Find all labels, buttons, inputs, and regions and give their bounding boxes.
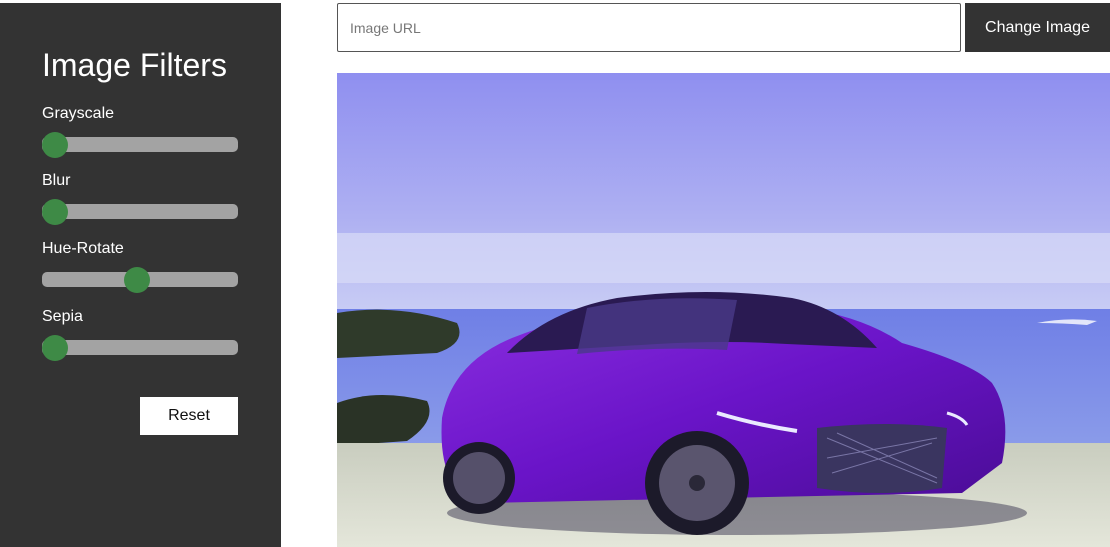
sepia-slider[interactable] (42, 335, 238, 361)
filter-label-blur: Blur (42, 172, 71, 189)
reset-button[interactable]: Reset (140, 397, 238, 435)
filter-label-sepia: Sepia (42, 308, 83, 325)
filtered-image (337, 73, 1110, 547)
filter-sepia: Sepia (42, 308, 238, 361)
sepia-slider-thumb[interactable] (42, 335, 68, 361)
grayscale-slider-thumb[interactable] (42, 132, 68, 158)
grayscale-slider[interactable] (42, 132, 238, 158)
filter-hue-rotate: Hue-Rotate (42, 240, 238, 293)
image-url-input[interactable] (337, 3, 961, 52)
filter-label-grayscale: Grayscale (42, 105, 115, 122)
change-image-button[interactable]: Change Image (965, 3, 1110, 52)
filter-label-hue-rotate: Hue-Rotate (42, 240, 124, 257)
car-photo (337, 73, 1110, 547)
hue-rotate-slider[interactable] (42, 267, 238, 293)
blur-slider-thumb[interactable] (42, 199, 68, 225)
filter-blur: Blur (42, 172, 238, 225)
filters-sidebar: Image Filters Grayscale Blur Hue-Rotate … (0, 3, 281, 547)
blur-slider[interactable] (42, 199, 238, 225)
filter-grayscale: Grayscale (42, 105, 238, 158)
sidebar-title: Image Filters (42, 47, 227, 83)
hue-rotate-slider-thumb[interactable] (123, 267, 150, 293)
